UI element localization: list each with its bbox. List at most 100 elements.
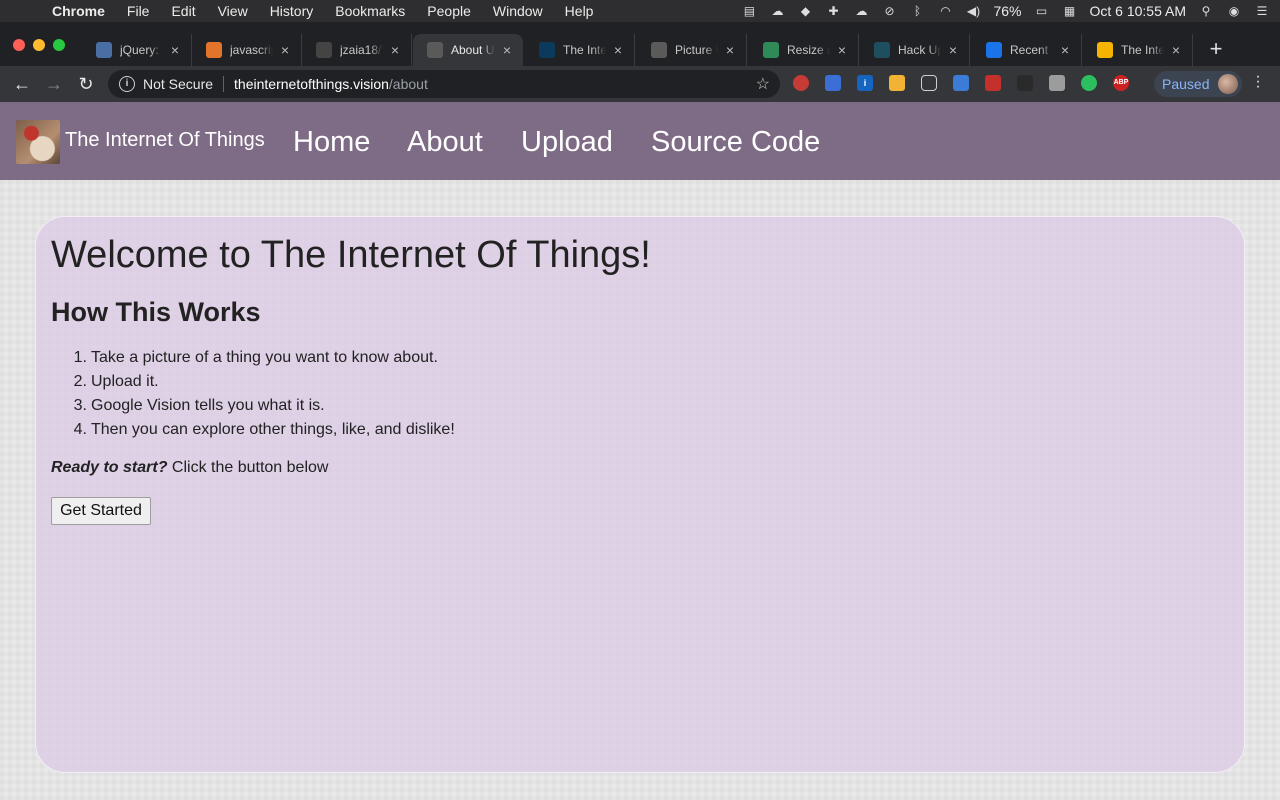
menu-file[interactable]: File [127, 0, 150, 22]
browser-tab[interactable]: The Inte × [1083, 34, 1193, 66]
tab-title: Resize a [787, 43, 830, 57]
adblock-plus-icon[interactable]: ABP [1113, 75, 1129, 91]
get-started-button[interactable]: Get Started [51, 497, 151, 525]
reload-icon[interactable]: ↻ [72, 70, 100, 98]
spotlight-search-icon[interactable]: ⚲ [1198, 4, 1214, 18]
browser-tab[interactable]: About Us × [413, 34, 523, 66]
notes-icon[interactable]: ▤ [741, 4, 757, 18]
extension-window-icon[interactable] [953, 75, 969, 91]
site-brand[interactable]: The Internet Of Things [65, 129, 265, 152]
step-text: Upload it. [91, 373, 159, 390]
battery-percent[interactable]: 76% [993, 3, 1021, 19]
tab-title: Picture U [675, 43, 718, 57]
forward-arrow-icon[interactable]: → [40, 70, 68, 98]
steps-list: 1. Take a picture of a thing you want to … [74, 346, 455, 442]
clock[interactable]: Oct 6 10:55 AM [1090, 3, 1187, 19]
bluetooth-icon[interactable]: ᛒ [909, 4, 925, 18]
close-tab-icon[interactable]: × [167, 42, 183, 58]
cta-body: Click the button below [167, 459, 329, 476]
slides-icon [1097, 42, 1113, 58]
close-tab-icon[interactable]: × [610, 42, 626, 58]
menu-app-chrome[interactable]: Chrome [52, 0, 105, 22]
cta-emphasis: Ready to start? [51, 459, 168, 476]
extension-keep-icon[interactable] [889, 75, 905, 91]
apple-menu-icon[interactable] [18, 0, 36, 22]
menu-bookmarks[interactable]: Bookmarks [335, 0, 405, 22]
volume-icon[interactable]: ◀) [965, 4, 981, 18]
browser-tab[interactable]: Resize a × [749, 34, 859, 66]
minimize-window-button[interactable] [33, 39, 45, 51]
menu-history[interactable]: History [270, 0, 314, 22]
step-text: Take a picture of a thing you want to kn… [91, 349, 438, 366]
do-not-disturb-icon[interactable]: ⊘ [881, 4, 897, 18]
elephant-icon[interactable]: ◆ [797, 4, 813, 18]
stack-icon [206, 42, 222, 58]
globe-icon [651, 42, 667, 58]
browser-tab[interactable]: jzaia18/T × [302, 34, 412, 66]
extension-color-icon[interactable] [793, 75, 809, 91]
extension-info-icon[interactable]: i [857, 75, 873, 91]
control-center-icon[interactable]: ☰ [1254, 4, 1270, 18]
menu-view[interactable]: View [218, 0, 248, 22]
extension-red-icon[interactable] [985, 75, 1001, 91]
flag-icon[interactable]: ▦ [1062, 4, 1078, 18]
close-tab-icon[interactable]: × [499, 42, 515, 58]
browser-tab[interactable]: javascript × [192, 34, 302, 66]
tab-title: The Inte [563, 43, 606, 57]
close-tab-icon[interactable]: × [1057, 42, 1073, 58]
nav-link-upload[interactable]: Upload [521, 126, 613, 159]
menu-window[interactable]: Window [493, 0, 543, 22]
bookmark-star-icon[interactable]: ☆ [756, 74, 770, 94]
nav-link-home[interactable]: Home [293, 126, 370, 159]
browser-tab[interactable]: Picture U × [637, 34, 747, 66]
browser-tab[interactable]: jQuery: S × [82, 34, 192, 66]
address-bar[interactable]: i Not Secure theinternetofthings.vision /… [108, 70, 780, 98]
github-icon [316, 42, 332, 58]
menu-people[interactable]: People [427, 0, 471, 22]
tab-title: jQuery: S [120, 43, 163, 57]
tab-title: javascript [230, 43, 273, 57]
close-tab-icon[interactable]: × [1168, 42, 1184, 58]
site-info-icon[interactable]: i [119, 76, 135, 92]
avatar [1218, 74, 1238, 94]
extension-dark-icon[interactable] [1017, 75, 1033, 91]
close-tab-icon[interactable]: × [387, 42, 403, 58]
macos-menu-bar: Chrome File Edit View History Bookmarks … [0, 0, 1280, 22]
pocket-icon[interactable] [921, 75, 937, 91]
tab-title: jzaia18/T [340, 43, 383, 57]
browser-tab[interactable]: The Inte × [525, 34, 635, 66]
page-title: Welcome to The Internet Of Things! [51, 234, 651, 276]
evernote-icon[interactable] [1081, 75, 1097, 91]
nav-link-source-code[interactable]: Source Code [651, 126, 820, 159]
battery-icon[interactable]: ▭ [1034, 4, 1050, 18]
close-window-button[interactable] [13, 39, 25, 51]
menu-help[interactable]: Help [565, 0, 594, 22]
browser-tab[interactable]: Recent - × [972, 34, 1082, 66]
extension-calendar-icon[interactable] [825, 75, 841, 91]
close-tab-icon[interactable]: × [277, 42, 293, 58]
cloud-upload-icon[interactable]: ☁ [853, 4, 869, 18]
chat-icon [96, 42, 112, 58]
nav-link-about[interactable]: About [407, 126, 483, 159]
step-text: Google Vision tells you what it is. [91, 397, 325, 414]
zoom-window-button[interactable] [53, 39, 65, 51]
content-card: Welcome to The Internet Of Things! How T… [35, 216, 1245, 773]
browser-menu-icon[interactable]: · · · [1252, 69, 1264, 95]
menu-edit[interactable]: Edit [171, 0, 195, 22]
close-tab-icon[interactable]: × [722, 42, 738, 58]
profile-button[interactable]: Paused [1154, 71, 1242, 97]
security-status[interactable]: Not Secure [143, 76, 213, 92]
browser-tab[interactable]: Hack Up × [860, 34, 970, 66]
site-logo[interactable] [16, 120, 60, 164]
siri-icon[interactable]: ◉ [1226, 4, 1242, 18]
new-tab-button[interactable]: + [1204, 38, 1228, 62]
plus-app-icon[interactable]: ✚ [825, 4, 841, 18]
cloud-app-icon[interactable]: ☁ [769, 4, 785, 18]
close-tab-icon[interactable]: × [834, 42, 850, 58]
drive-icon [986, 42, 1002, 58]
extension-gray-icon[interactable] [1049, 75, 1065, 91]
step-text: Then you can explore other things, like,… [91, 421, 455, 438]
back-arrow-icon[interactable]: ← [8, 70, 36, 98]
close-tab-icon[interactable]: × [945, 42, 961, 58]
wifi-icon[interactable]: ◠ [937, 4, 953, 18]
